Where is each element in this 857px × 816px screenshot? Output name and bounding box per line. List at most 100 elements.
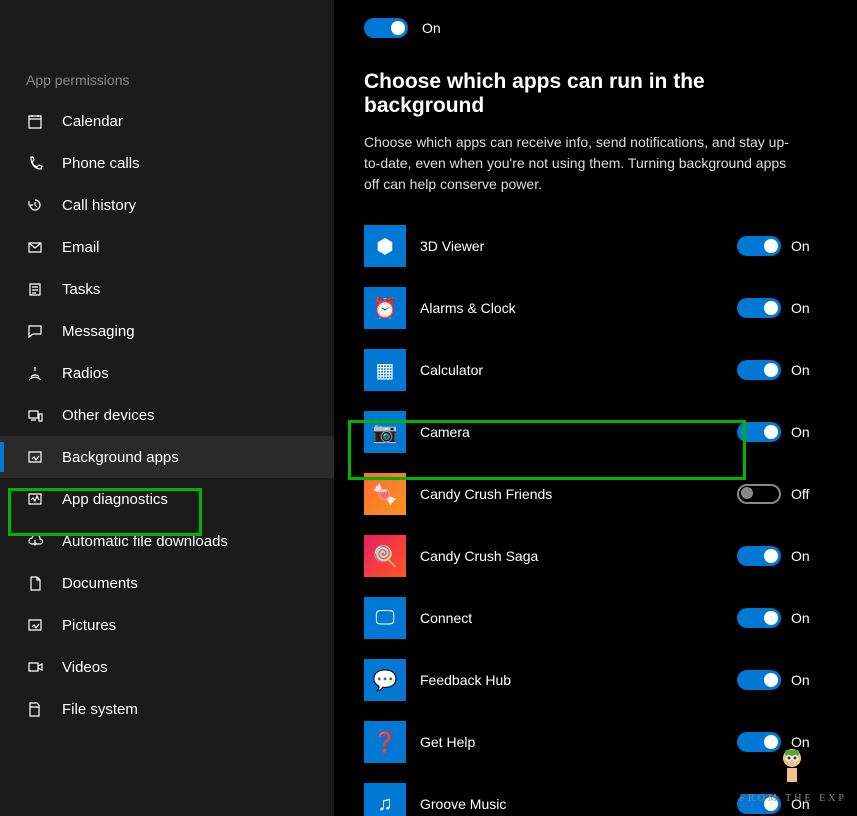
sidebar-item-label: Automatic file downloads (62, 533, 228, 550)
sidebar-item-pictures[interactable]: Pictures (0, 604, 334, 646)
app-row: 🍬Candy Crush FriendsOff (364, 463, 827, 525)
app-row: 📷 Camera On (364, 401, 827, 463)
app-name-label: Groove Music (420, 796, 723, 812)
sidebar-item-videos[interactable]: Videos (0, 646, 334, 688)
sidebar-item-label: Other devices (62, 407, 155, 424)
app-toggle[interactable] (737, 422, 781, 442)
sidebar-item-phone[interactable]: Phone calls (0, 142, 334, 184)
app-toggle-group: On (737, 608, 827, 628)
sidebar-item-label: Call history (62, 197, 136, 214)
main-content: On Choose which apps can run in the back… (334, 0, 857, 816)
app-name-label: Feedback Hub (420, 672, 723, 688)
app-name-label: Get Help (420, 734, 723, 750)
sidebar-item-filesystem[interactable]: File system (0, 688, 334, 730)
sidebar-item-calendar[interactable]: Calendar (0, 100, 334, 142)
app-row: 🍭 Candy Crush Saga On (364, 525, 827, 587)
pictures-icon (26, 616, 44, 634)
app-toggle-group: On (737, 298, 827, 318)
app-toggle-group: On (737, 546, 827, 566)
downloads-icon (26, 532, 44, 550)
watermark-text: FROM THE EXP (740, 793, 848, 804)
app-name-label: Candy Crush Friends (420, 486, 723, 502)
sidebar-item-background[interactable]: Background apps (0, 436, 334, 478)
app-toggle[interactable] (737, 236, 781, 256)
sidebar-item-label: Videos (62, 659, 108, 676)
tasks-icon (26, 280, 44, 298)
app-toggle[interactable] (737, 360, 781, 380)
app-toggle-label: On (791, 238, 810, 254)
sidebar: App permissions Calendar Phone calls Call … (0, 0, 334, 816)
app-icon: 🖵 (364, 597, 406, 639)
app-toggle[interactable] (737, 670, 781, 690)
app-icon: ♫ (364, 783, 406, 816)
app-name-label: Calculator (420, 362, 723, 378)
sidebar-item-label: Tasks (62, 281, 100, 298)
app-toggle-label: On (791, 424, 810, 440)
app-name-label: 3D Viewer (420, 238, 723, 254)
background-icon (26, 448, 44, 466)
devices-icon (26, 406, 44, 424)
sidebar-item-label: Documents (62, 575, 138, 592)
sidebar-item-radios[interactable]: Radios (0, 352, 334, 394)
sidebar-item-label: Background apps (62, 449, 179, 466)
diagnostics-icon (26, 490, 44, 508)
master-toggle-label: On (422, 20, 441, 36)
app-toggle[interactable] (737, 608, 781, 628)
sidebar-item-label: Pictures (62, 617, 116, 634)
app-toggle-group: On (737, 422, 827, 442)
app-toggle[interactable] (737, 298, 781, 318)
app-row: 💬Feedback HubOn (364, 649, 827, 711)
sidebar-item-label: Radios (62, 365, 109, 382)
app-name-label: Alarms & Clock (420, 300, 723, 316)
sidebar-item-tasks[interactable]: Tasks (0, 268, 334, 310)
sidebar-item-history[interactable]: Call history (0, 184, 334, 226)
radios-icon (26, 364, 44, 382)
app-toggle-label: On (791, 672, 810, 688)
sidebar-item-documents[interactable]: Documents (0, 562, 334, 604)
calendar-icon (26, 112, 44, 130)
mascot-icon (777, 746, 807, 786)
sidebar-item-email[interactable]: Email (0, 226, 334, 268)
app-toggle-group: On (737, 360, 827, 380)
app-icon: 📷 (364, 411, 406, 453)
email-icon (26, 238, 44, 256)
sidebar-item-label: Email (62, 239, 100, 256)
app-toggle[interactable] (737, 546, 781, 566)
section-description: Choose which apps can receive info, send… (364, 132, 804, 195)
app-name-label: Connect (420, 610, 723, 626)
app-toggle-label: Off (791, 486, 809, 502)
sidebar-header: App permissions (0, 60, 334, 100)
sidebar-item-devices[interactable]: Other devices (0, 394, 334, 436)
sidebar-item-label: App diagnostics (62, 491, 168, 508)
app-toggle-group: On (737, 670, 827, 690)
sidebar-item-diagnostics[interactable]: App diagnostics (0, 478, 334, 520)
master-toggle[interactable] (364, 18, 408, 38)
master-toggle-row: On (364, 0, 827, 48)
app-toggle-group: Off (737, 484, 827, 504)
app-row: ❓Get HelpOn (364, 711, 827, 773)
app-row: ▦ Calculator On (364, 339, 827, 401)
app-toggle[interactable] (737, 732, 781, 752)
app-toggle-label: On (791, 362, 810, 378)
app-toggle-label: On (791, 610, 810, 626)
sidebar-item-label: Calendar (62, 113, 123, 130)
app-toggle[interactable] (737, 484, 781, 504)
sidebar-item-messaging[interactable]: Messaging (0, 310, 334, 352)
app-icon: 🍭 (364, 535, 406, 577)
app-toggle-group: On (737, 236, 827, 256)
app-name-label: Camera (420, 424, 723, 440)
sidebar-item-downloads[interactable]: Automatic file downloads (0, 520, 334, 562)
app-row: ⏰ Alarms & Clock On (364, 277, 827, 339)
app-toggle-label: On (791, 300, 810, 316)
app-icon: ▦ (364, 349, 406, 391)
messaging-icon (26, 322, 44, 340)
app-row: 🖵 Connect On (364, 587, 827, 649)
app-icon: ⬢ (364, 225, 406, 267)
sidebar-item-label: Phone calls (62, 155, 140, 172)
phone-icon (26, 154, 44, 172)
app-name-label: Candy Crush Saga (420, 548, 723, 564)
app-icon: ⏰ (364, 287, 406, 329)
app-row: ⬢ 3D Viewer On (364, 215, 827, 277)
sidebar-item-label: Messaging (62, 323, 135, 340)
section-title: Choose which apps can run in the backgro… (364, 70, 827, 118)
